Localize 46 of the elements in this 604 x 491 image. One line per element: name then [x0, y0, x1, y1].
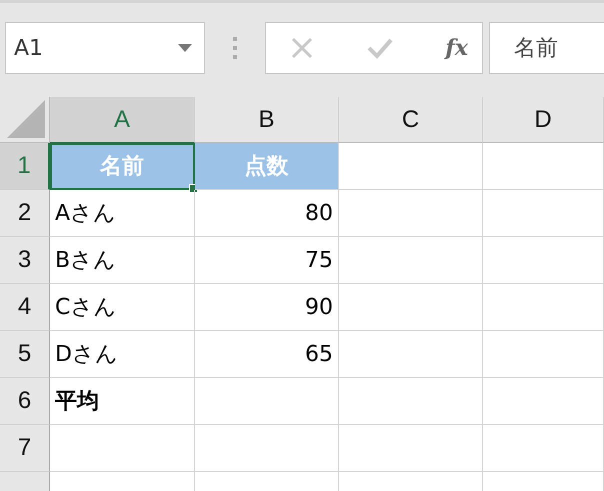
table-cell[interactable]: 90 — [195, 284, 339, 331]
table-cell[interactable] — [483, 425, 604, 472]
name-box[interactable]: A1 — [5, 22, 205, 74]
table-cell[interactable] — [483, 237, 604, 284]
row-header[interactable]: 6 — [0, 378, 50, 425]
table-cell[interactable] — [483, 284, 604, 331]
table-cell[interactable] — [339, 143, 483, 190]
table-cell[interactable] — [483, 331, 604, 378]
table-cell[interactable] — [50, 425, 195, 472]
table-cell[interactable] — [339, 331, 483, 378]
insert-function-button[interactable]: fx — [445, 35, 468, 61]
row-header[interactable]: 7 — [0, 425, 50, 472]
cell-reference: A1 — [14, 36, 44, 60]
table-cell[interactable]: Cさん — [50, 284, 195, 331]
check-icon[interactable] — [366, 37, 393, 59]
dropdown-caret-icon[interactable] — [178, 44, 192, 52]
table-cell[interactable] — [339, 378, 483, 425]
row-header[interactable]: 4 — [0, 284, 50, 331]
row-header[interactable]: 2 — [0, 190, 50, 237]
table-cell[interactable] — [483, 143, 604, 190]
table-cell[interactable]: 平均 — [50, 378, 195, 425]
cancel-icon[interactable] — [290, 36, 314, 60]
table-cell[interactable] — [339, 190, 483, 237]
formula-field[interactable]: 名前 — [489, 22, 604, 74]
column-header[interactable]: B — [195, 97, 339, 143]
column-header[interactable]: C — [339, 97, 483, 143]
table-cell[interactable]: 80 — [195, 190, 339, 237]
table-cell[interactable] — [195, 425, 339, 472]
table-cell[interactable] — [483, 378, 604, 425]
select-all-icon[interactable] — [7, 100, 45, 138]
table-cell[interactable]: Bさん — [50, 237, 195, 284]
table-cell[interactable] — [339, 425, 483, 472]
table-cell[interactable]: Aさん — [50, 190, 195, 237]
table-cell[interactable] — [195, 378, 339, 425]
table-cell[interactable] — [339, 237, 483, 284]
column-header[interactable]: D — [483, 97, 604, 143]
row-header[interactable]: 5 — [0, 331, 50, 378]
table-cell[interactable] — [483, 190, 604, 237]
table-cell[interactable] — [339, 284, 483, 331]
table-cell[interactable]: 75 — [195, 237, 339, 284]
table-cell[interactable]: Dさん — [50, 331, 195, 378]
column-header[interactable]: A — [50, 97, 195, 143]
grip-icon[interactable] — [233, 37, 237, 59]
row-header[interactable]: 3 — [0, 237, 50, 284]
table-cell[interactable]: 65 — [195, 331, 339, 378]
row-header[interactable]: 1 — [0, 143, 50, 190]
